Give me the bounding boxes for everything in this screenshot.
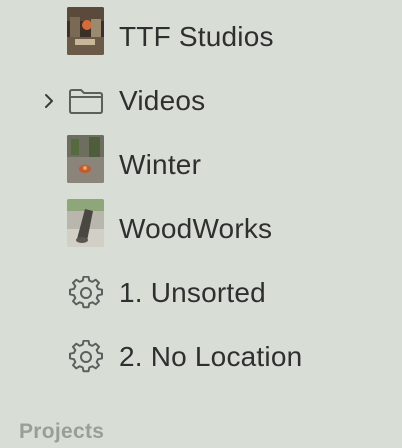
sidebar-item-woodworks[interactable]: WoodWorks: [0, 197, 402, 261]
sidebar-item-label: Winter: [119, 149, 202, 180]
album-thumbnail-icon: [67, 6, 104, 55]
sidebar-item-label: WoodWorks: [119, 213, 273, 244]
folder-icon: [67, 83, 104, 120]
section-title-projects[interactable]: Projects: [19, 420, 104, 444]
sidebar-item-label: 2. No Location: [119, 341, 303, 372]
gear-icon: [67, 339, 104, 376]
sidebar-item-videos[interactable]: Videos: [0, 69, 402, 133]
sidebar-item-label: Videos: [119, 85, 206, 116]
album-thumbnail-icon: [67, 198, 104, 247]
sidebar-item-unsorted[interactable]: 1. Unsorted: [0, 261, 402, 325]
sidebar-item-winter[interactable]: Winter: [0, 133, 402, 197]
gear-icon: [67, 275, 104, 312]
album-thumbnail-icon: [67, 134, 104, 183]
sidebar-item-ttf-studios[interactable]: TTF Studios: [0, 5, 402, 69]
chevron-right-icon[interactable]: [40, 92, 58, 110]
sidebar-item-label: TTF Studios: [119, 21, 274, 52]
sidebar-item-no-location[interactable]: 2. No Location: [0, 325, 402, 389]
sidebar-item-label: 1. Unsorted: [119, 277, 266, 308]
sidebar: TTF Studios Videos Winter WoodWorks 1. U…: [0, 0, 402, 448]
